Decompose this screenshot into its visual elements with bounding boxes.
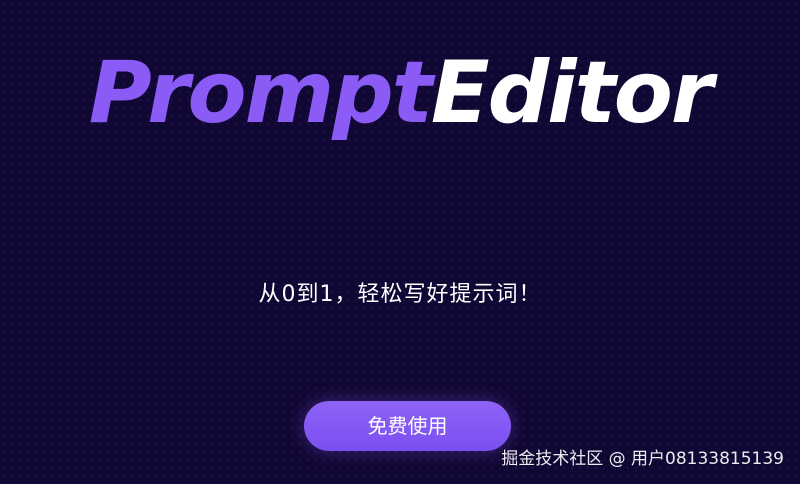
logo-prompt-text: Prompt xyxy=(88,43,433,143)
free-use-button[interactable]: 免费使用 xyxy=(304,401,511,451)
hero-tagline: 从0到1，轻松写好提示词！ xyxy=(258,282,542,307)
product-logo: PromptEditor xyxy=(0,46,800,141)
logo-editor-text: Editor xyxy=(430,43,713,143)
hero-section: PromptEditor 从0到1，轻松写好提示词！ 免费使用 xyxy=(0,0,800,484)
watermark-text: 掘金技术社区 @ 用户08133815139 xyxy=(501,449,784,469)
